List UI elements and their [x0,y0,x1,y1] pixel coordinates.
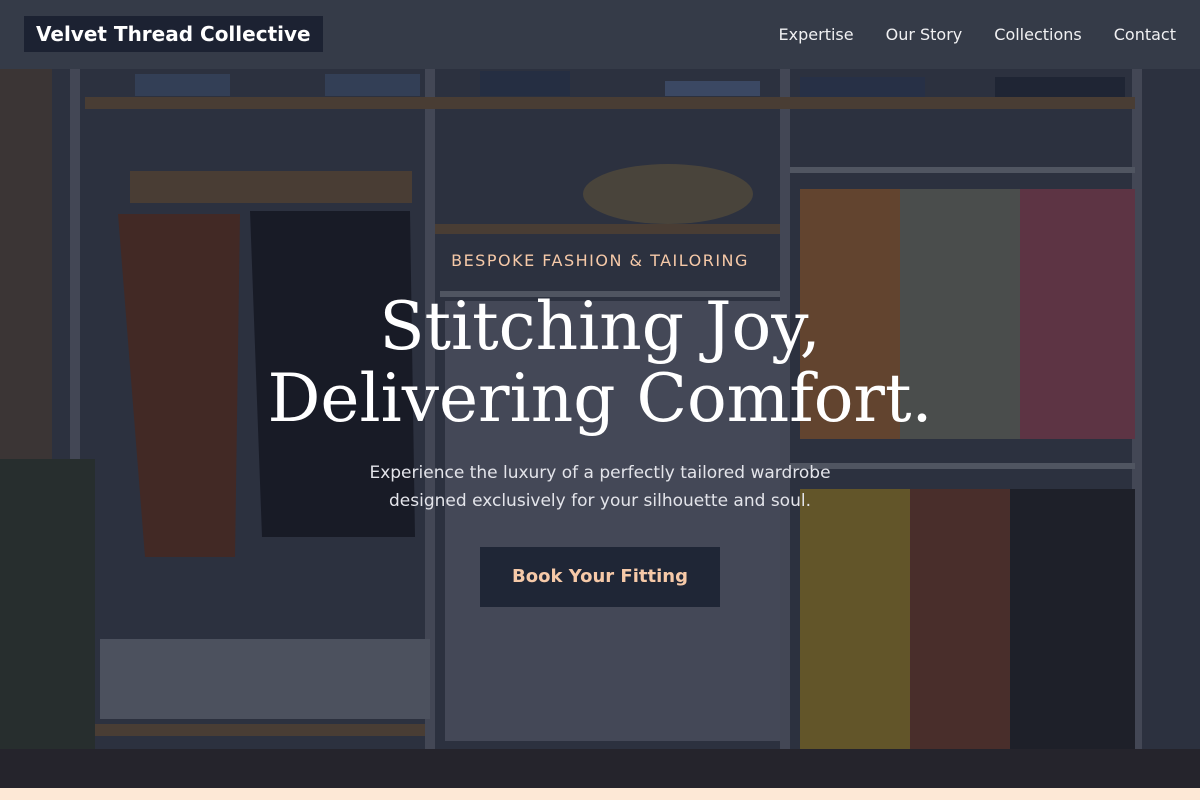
nav-link-contact[interactable]: Contact [1114,25,1176,44]
hero-subtext: Experience the luxury of a perfectly tai… [369,463,831,511]
brand-logo[interactable]: Velvet Thread Collective [24,16,323,52]
nav-link-expertise[interactable]: Expertise [779,25,854,44]
hero-headline: Stitching Joy, Delivering Comfort. [0,291,1200,435]
nav-link-our-story[interactable]: Our Story [886,25,963,44]
hero-headline-line2: Delivering Comfort. [267,360,933,437]
hero-headline-line1: Stitching Joy, [379,288,821,365]
next-section-edge [0,788,1200,800]
nav-link-collections[interactable]: Collections [994,25,1081,44]
site-header: Velvet Thread Collective Expertise Our S… [0,0,1200,69]
hero-section: BESPOKE FASHION & TAILORING Stitching Jo… [0,69,1200,788]
main-nav: Expertise Our Story Collections Contact [779,0,1176,69]
hero-content: BESPOKE FASHION & TAILORING Stitching Jo… [0,69,1200,788]
book-fitting-button[interactable]: Book Your Fitting [480,547,720,607]
hero-eyebrow: BESPOKE FASHION & TAILORING [451,251,749,270]
